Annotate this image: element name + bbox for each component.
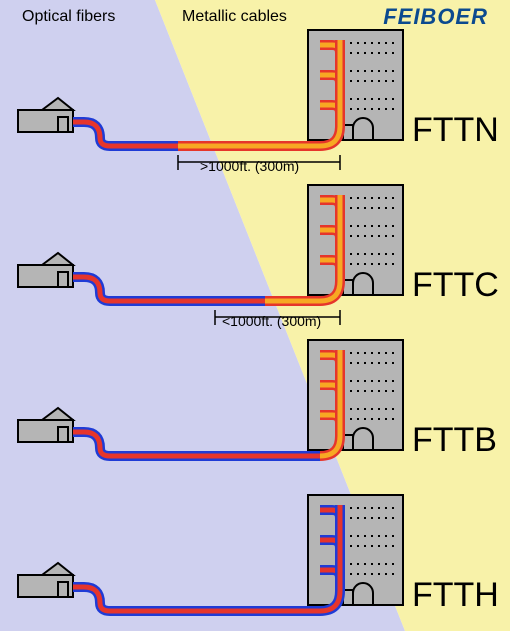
metallic-cables-label: Metallic cables <box>182 8 287 26</box>
fttn-label: FTTN <box>412 111 499 150</box>
ftth-label: FTTH <box>412 576 499 615</box>
fttc-distance: <1000ft. (300m) <box>222 313 321 329</box>
brand-logo: FEIBOER <box>383 4 488 30</box>
fttx-diagram: Optical fibers Metallic cables FEIBOER F… <box>0 0 510 631</box>
fttn-distance: >1000ft. (300m) <box>200 158 299 174</box>
optical-fibers-label: Optical fibers <box>22 8 115 26</box>
fttb-label: FTTB <box>412 421 497 460</box>
fttc-label: FTTC <box>412 266 499 305</box>
